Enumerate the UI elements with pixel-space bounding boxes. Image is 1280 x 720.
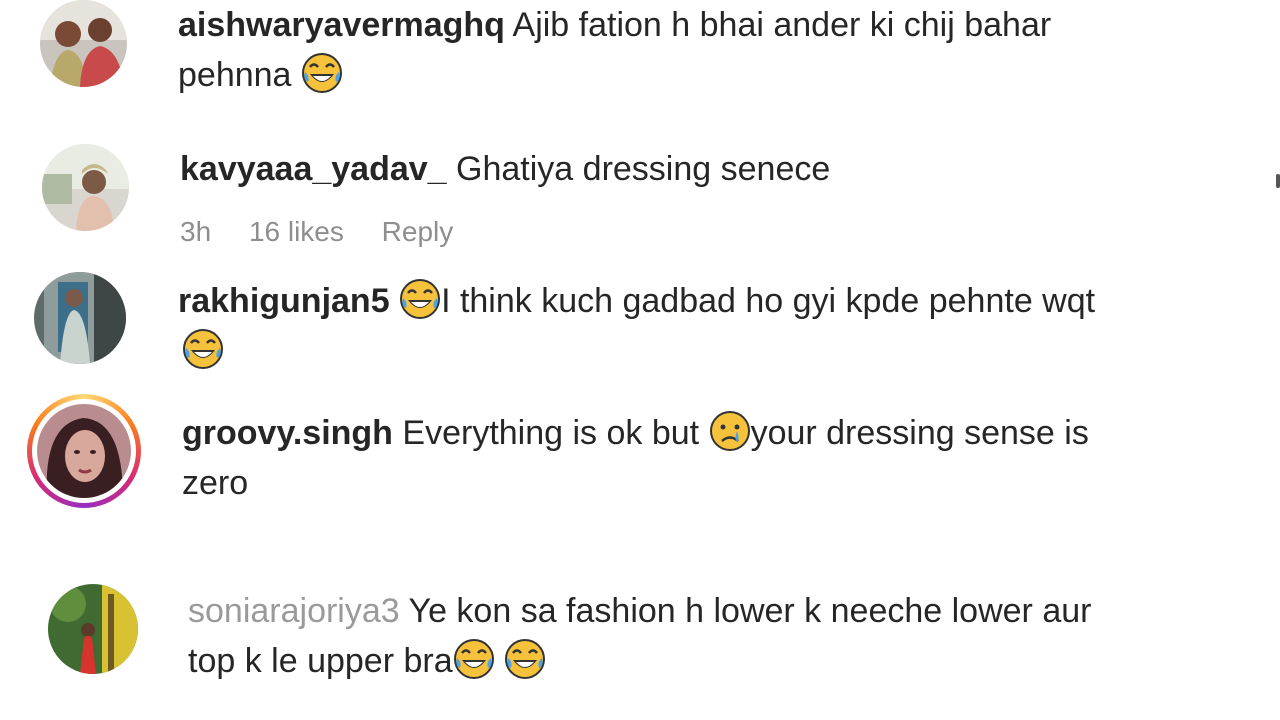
comment-username[interactable]: rakhigunjan5 (178, 282, 390, 320)
comment-body: Everything is ok but (402, 414, 700, 452)
comments-panel: aishwaryavermaghq Ajib fation h bhai and… (0, 0, 1280, 720)
comment-body: zero (182, 464, 249, 502)
avatar[interactable] (42, 144, 129, 231)
laughing-emoji-icon (399, 278, 441, 320)
scrollbar-edge[interactable] (1276, 174, 1280, 188)
comment-username[interactable]: kavyaaa_yadav_ (180, 150, 447, 188)
comment-text: groovy.singh Everything is ok but your d… (182, 408, 1089, 458)
comment-text-line2: zero (182, 458, 248, 508)
comment-likes[interactable]: 16 likes (249, 216, 344, 247)
comment-meta: 3h 16 likes Reply (180, 216, 483, 248)
comment-body: your dressing sense is (750, 414, 1089, 452)
comment-text: kavyaaa_yadav_ Ghatiya dressing senece (180, 144, 830, 194)
avatar[interactable] (37, 404, 131, 498)
comment-text: aishwaryavermaghq Ajib fation h bhai and… (178, 0, 1051, 50)
laughing-emoji-icon (182, 328, 224, 370)
reply-button[interactable]: Reply (382, 216, 454, 247)
comment-body: Ye kon sa fashion h lower k neeche lower… (408, 592, 1092, 630)
comment-time: 3h (180, 216, 212, 247)
comment-text-line2: top k le upper bra (188, 636, 546, 686)
comment-body: Ajib fation h bhai ander ki chij bahar (512, 6, 1052, 44)
comment-text-line2: pehnna (178, 50, 343, 100)
comment-text: rakhigunjan5 I think kuch gadbad ho gyi … (178, 276, 1095, 326)
comment-username[interactable]: groovy.singh (182, 414, 393, 452)
comment-body: top k le upper bra (188, 642, 453, 680)
avatar[interactable] (48, 584, 138, 674)
avatar[interactable] (34, 272, 126, 364)
laughing-emoji-icon (504, 638, 546, 680)
comment-body: Ghatiya dressing senece (456, 150, 831, 188)
crying-emoji-icon (709, 410, 751, 452)
laughing-emoji-icon (301, 52, 343, 94)
comment-username[interactable]: soniarajoriya3 (188, 592, 400, 630)
comment-username[interactable]: aishwaryavermaghq (178, 6, 505, 44)
comment-text-line2 (182, 326, 224, 376)
comment-body: pehnna (178, 56, 292, 94)
comment-body: I think kuch gadbad ho gyi kpde pehnte w… (441, 282, 1096, 320)
comment-text: soniarajoriya3 Ye kon sa fashion h lower… (188, 586, 1091, 636)
laughing-emoji-icon (453, 638, 495, 680)
avatar[interactable] (40, 0, 127, 87)
